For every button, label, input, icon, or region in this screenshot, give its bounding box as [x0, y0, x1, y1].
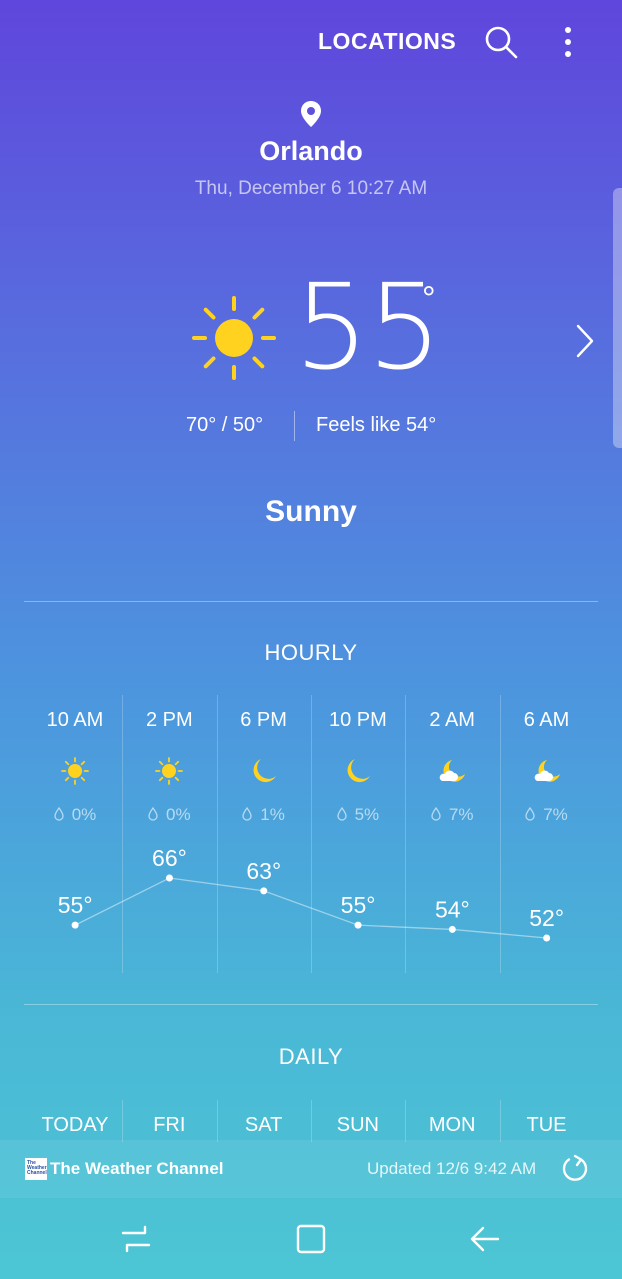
search-button[interactable]: [483, 24, 519, 60]
divider: [24, 1004, 598, 1005]
temperature-point: [165, 874, 173, 882]
temperature-point: [448, 925, 456, 933]
side-panel-handle[interactable]: [613, 188, 622, 448]
hourly-temperature-label: 54°: [435, 896, 470, 922]
daily-item: TODAY: [28, 1100, 122, 1142]
divider: [24, 601, 598, 602]
hourly-temperature-label: 55°: [341, 892, 376, 918]
chevron-right-icon[interactable]: [574, 322, 596, 360]
sun-icon: [192, 296, 276, 380]
hourly-forecast[interactable]: 10 AM 0% 2 PM 0% 6 PM 1% 10 PM 5% 2 AM 7% 6 AM 7% 55…: [28, 695, 594, 975]
temperature-point: [260, 887, 268, 895]
hourly-temperature-label: 63°: [246, 858, 281, 884]
degree-symbol: °: [422, 280, 436, 318]
home-square-icon: [296, 1224, 326, 1254]
column-divider: [499, 1100, 501, 1142]
recent-apps-button[interactable]: [119, 1222, 153, 1256]
refresh-button[interactable]: [561, 1154, 589, 1182]
daily-day-label: TODAY: [41, 1114, 109, 1136]
temperature-point: [543, 934, 551, 942]
last-updated: Updated 12/6 9:42 AM: [367, 1159, 537, 1178]
column-divider: [405, 1100, 407, 1142]
hourly-temperature-chart: 55° 66° 63° 55° 54° 52°: [58, 845, 564, 942]
hourly-temperature-label: 66°: [152, 845, 187, 871]
daily-item: TUE: [500, 1100, 594, 1142]
current-datetime: Thu, December 6 10:27 AM: [194, 178, 428, 199]
back-button[interactable]: [468, 1222, 502, 1256]
more-vertical-icon: [565, 27, 571, 57]
temperature-point: [354, 921, 362, 929]
navigation-bar: [0, 1198, 622, 1279]
daily-item: FRI: [122, 1100, 216, 1142]
search-icon: [485, 26, 518, 59]
locations-button[interactable]: LOCATIONS: [318, 28, 456, 55]
hourly-title: HOURLY: [264, 640, 358, 665]
column-divider: [310, 1100, 312, 1142]
high-low-temperature: 70° / 50°: [186, 414, 264, 436]
weather-channel-logo[interactable]: The Weather Channel: [25, 1158, 47, 1180]
back-arrow-icon: [470, 1226, 500, 1252]
city-name: Orlando: [259, 136, 363, 166]
recent-apps-icon: [121, 1225, 151, 1253]
column-divider: [216, 1100, 218, 1142]
divider: [294, 411, 295, 441]
daily-day-label: TUE: [526, 1114, 567, 1136]
feels-like: Feels like 54°: [316, 414, 437, 436]
daily-day-label: SUN: [336, 1114, 379, 1136]
current-temperature: 55: [294, 258, 442, 396]
daily-item: SAT: [217, 1100, 311, 1142]
daily-forecast[interactable]: TODAY FRI SAT SUN MON TUE: [28, 1100, 594, 1142]
top-bar: LOCATIONS: [0, 0, 622, 86]
daily-day-label: FRI: [153, 1114, 186, 1136]
more-options-button[interactable]: [556, 24, 580, 60]
temperature-trend-line: [74, 877, 547, 939]
location-pin-icon: [301, 101, 321, 127]
weather-condition: Sunny: [265, 495, 357, 528]
hourly-temperature-label: 55°: [58, 892, 93, 918]
daily-day-label: MON: [428, 1114, 476, 1136]
daily-item: SUN: [311, 1100, 405, 1142]
weather-channel-link[interactable]: The Weather Channel: [50, 1159, 224, 1179]
daily-item: MON: [405, 1100, 499, 1142]
temperature-point: [71, 921, 79, 929]
daily-day-label: SAT: [244, 1114, 283, 1136]
column-divider: [122, 1100, 124, 1142]
daily-title: DAILY: [278, 1044, 344, 1069]
home-button[interactable]: [294, 1222, 328, 1256]
refresh-icon: [562, 1154, 588, 1181]
footer-bar: The Weather Channel The Weather Channel …: [0, 1140, 622, 1198]
hourly-temperature-label: 52°: [529, 905, 564, 931]
